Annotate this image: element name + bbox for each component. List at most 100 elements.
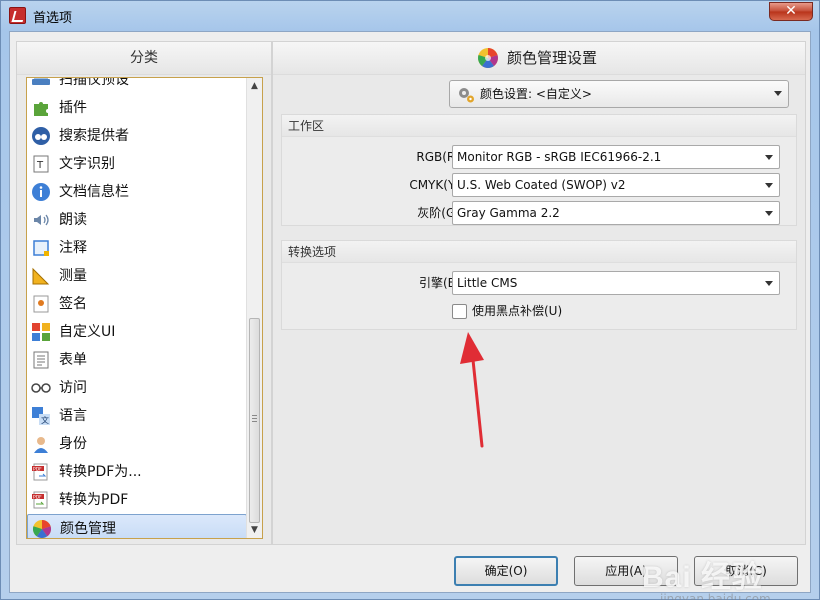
category-item[interactable]: 朗读 <box>27 206 247 234</box>
binoculars-icon <box>32 127 50 145</box>
category-label: 语言 <box>59 408 87 424</box>
category-label: 搜索提供者 <box>59 128 129 144</box>
watermark-sub: jingyan.baidu.com <box>660 592 771 600</box>
ruler-triangle-icon <box>32 267 50 285</box>
cmyk-value: U.S. Web Coated (SWOP) v2 <box>457 178 626 192</box>
rgb-select[interactable]: Monitor RGB - sRGB IEC61966-2.1 <box>452 145 780 169</box>
info-icon <box>32 183 50 201</box>
color-profile-select[interactable]: 颜色设置: <自定义> <box>449 80 789 108</box>
pdf-convert-from-icon: PDF <box>32 463 48 481</box>
identity-icon <box>34 437 48 453</box>
scrollbar-thumb[interactable] <box>249 318 260 523</box>
engine-row: 引擎(E): Little CMS <box>282 271 796 295</box>
gray-select[interactable]: Gray Gamma 2.2 <box>452 201 780 225</box>
category-item[interactable]: T 文字识别 <box>27 150 247 178</box>
category-item[interactable]: 测量 <box>27 262 247 290</box>
category-item[interactable]: 文档信息栏 <box>27 178 247 206</box>
category-item[interactable]: 签名 <box>27 290 247 318</box>
signature-icon <box>33 295 49 313</box>
chevron-down-icon <box>774 91 782 96</box>
blackpoint-label[interactable]: 使用黑点补偿(U) <box>472 303 562 320</box>
annotation-arrow-icon <box>460 332 484 448</box>
workspace-title: 工作区 <box>282 115 796 137</box>
category-label: 表单 <box>59 352 87 368</box>
color-profile-value: 颜色设置: <自定义> <box>480 87 592 101</box>
chevron-down-icon <box>765 211 773 216</box>
blackpoint-checkbox[interactable] <box>452 304 467 319</box>
category-item[interactable]: PDF 转换为PDF <box>27 486 247 514</box>
ok-button[interactable]: 确定(O) <box>454 556 558 586</box>
chevron-down-icon <box>765 281 773 286</box>
settings-title: 颜色管理设置 <box>507 49 598 67</box>
close-button[interactable]: ✕ <box>769 2 813 21</box>
svg-text:文: 文 <box>41 415 49 425</box>
category-label: 朗读 <box>59 212 87 228</box>
category-scrollbar[interactable]: ▲ ▼ <box>246 78 262 538</box>
svg-text:T: T <box>36 160 44 171</box>
scroll-up-arrow-icon[interactable]: ▲ <box>247 78 262 94</box>
category-item[interactable]: PDF 转换PDF为... <box>27 458 247 486</box>
category-label: 文字识别 <box>59 156 115 172</box>
category-label: 插件 <box>59 100 87 116</box>
category-label: 转换为PDF <box>59 492 129 508</box>
workspace-section: 工作区 RGB(R): Monitor RGB - sRGB IEC61966-… <box>281 114 797 226</box>
category-item[interactable]: 扫描仪预设 <box>27 77 247 94</box>
language-icon: 文 <box>32 407 50 425</box>
category-label: 颜色管理 <box>60 521 116 537</box>
preferences-window: 首选项 ✕ 分类 扫描仪预设插件搜索提供者 T 文字识别文档信息栏朗读注释测量签名自… <box>0 0 820 600</box>
conversion-title: 转换选项 <box>282 241 796 263</box>
category-list[interactable]: 扫描仪预设 插件 搜索提供者 T 文字识别 文档信息栏 朗读 注释 测量 签名 自定义UI 表单 访问文… <box>26 77 263 539</box>
category-item[interactable]: 文语言 <box>27 402 247 430</box>
gray-value: Gray Gamma 2.2 <box>457 206 560 220</box>
category-label: 签名 <box>59 296 87 312</box>
category-label: 测量 <box>59 268 87 284</box>
customize-ui-icon <box>32 323 50 341</box>
category-item[interactable]: 访问 <box>27 374 247 402</box>
category-panel: 分类 扫描仪预设插件搜索提供者 T 文字识别文档信息栏朗读注释测量签名自定义UI 表单… <box>16 41 272 545</box>
category-item[interactable]: 自定义UI <box>27 318 247 346</box>
category-label: 注释 <box>59 240 87 256</box>
category-label: 身份 <box>59 436 87 452</box>
window-title: 首选项 <box>33 11 73 26</box>
settings-header: 颜色管理设置 <box>273 42 805 75</box>
gear-icon <box>459 88 474 103</box>
category-item[interactable]: 表单 <box>27 346 247 374</box>
svg-text:PDF: PDF <box>33 495 42 501</box>
ocr-text-icon: T <box>33 155 49 173</box>
category-item[interactable]: 注释 <box>27 234 247 262</box>
rgb-row: RGB(R): Monitor RGB - sRGB IEC61966-2.1 <box>282 145 796 169</box>
dialog-body: 分类 扫描仪预设插件搜索提供者 T 文字识别文档信息栏朗读注释测量签名自定义UI 表单… <box>9 31 811 600</box>
scanner-icon <box>32 78 50 85</box>
engine-select[interactable]: Little CMS <box>452 271 780 295</box>
chevron-down-icon <box>765 183 773 188</box>
form-icon <box>33 351 49 369</box>
category-label: 扫描仪预设 <box>59 77 129 88</box>
cmyk-row: CMYK(Y): U.S. Web Coated (SWOP) v2 <box>282 173 796 197</box>
color-wheel-icon <box>32 520 52 538</box>
title-bar[interactable]: 首选项 ✕ <box>1 1 819 29</box>
category-item[interactable]: 颜色管理 <box>27 514 247 538</box>
category-header: 分类 <box>17 42 271 75</box>
category-label: 转换PDF为... <box>59 464 142 480</box>
pdf-convert-to-icon: PDF <box>32 491 48 509</box>
annotation-icon <box>33 240 49 256</box>
chevron-down-icon <box>765 155 773 160</box>
category-label: 文档信息栏 <box>59 184 129 200</box>
scroll-down-arrow-icon[interactable]: ▼ <box>247 522 262 538</box>
engine-value: Little CMS <box>457 276 518 290</box>
watermark-main: Bai 经验 <box>642 561 764 594</box>
rgb-value: Monitor RGB - sRGB IEC61966-2.1 <box>457 150 662 164</box>
app-icon <box>9 7 26 24</box>
baidu-watermark: Bai 经验 jingyan.baidu.com <box>642 552 802 600</box>
gray-row: 灰阶(G): Gray Gamma 2.2 <box>282 201 796 225</box>
settings-panel: 颜色管理设置 颜色设置: <自定义> 工作区 RGB(R): Monitor R… <box>272 41 806 545</box>
glasses-icon <box>31 383 51 393</box>
conversion-section: 转换选项 引擎(E): Little CMS 使用黑点补偿(U) <box>281 240 797 330</box>
puzzle-icon <box>34 102 48 116</box>
category-item[interactable]: 搜索提供者 <box>27 122 247 150</box>
speaker-icon <box>34 214 49 226</box>
category-item[interactable]: 插件 <box>27 94 247 122</box>
category-item[interactable]: 身份 <box>27 430 247 458</box>
cmyk-select[interactable]: U.S. Web Coated (SWOP) v2 <box>452 173 780 197</box>
category-label: 访问 <box>59 380 87 396</box>
